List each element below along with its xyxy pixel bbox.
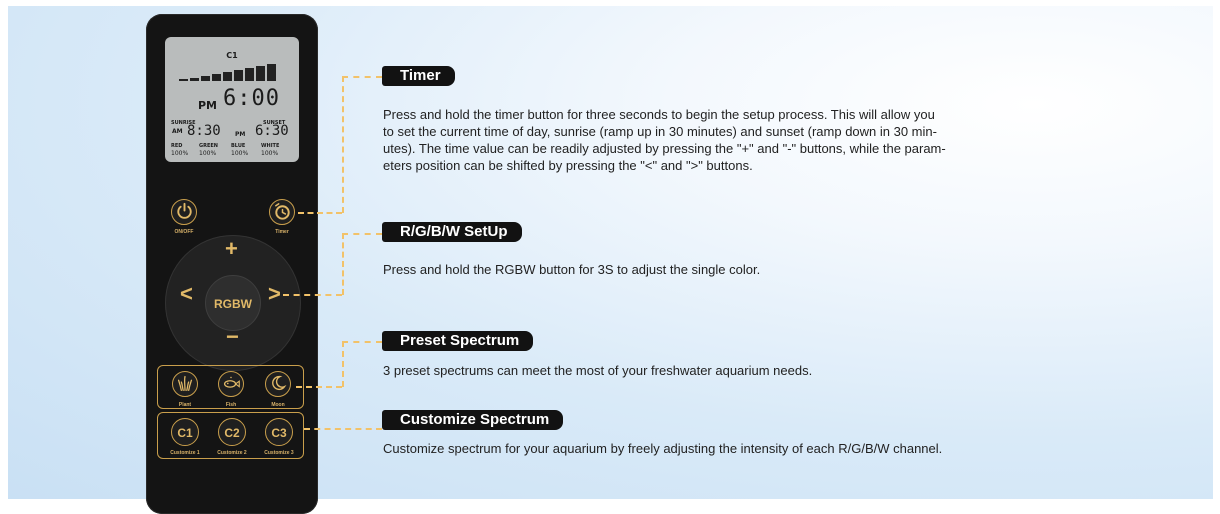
fish-icon [223,376,240,388]
rgbw-button[interactable]: RGBW [205,275,261,331]
plant-button[interactable] [172,371,198,397]
timer-desc-line1: Press and hold the timer button for thre… [383,107,935,122]
timer-desc-line4: eters position can be shifted by pressin… [383,158,753,173]
plant-label: Plant [178,402,192,408]
right-button[interactable]: > [268,281,281,307]
lcd-ampm: PM [198,99,218,112]
connector-timer-h1 [298,212,342,214]
channel-blue-label: BLUE [231,143,246,149]
timer-label: Timer [275,229,289,235]
channel-red-label: RED [171,143,183,149]
left-button[interactable]: < [180,281,193,307]
timer-button[interactable] [269,199,295,225]
moon-button[interactable] [265,371,291,397]
channel-green-value: 100% [199,150,217,157]
moon-label: Moon [271,402,285,408]
moon-icon [272,375,287,391]
sunset-ampm: PM [235,131,246,138]
fish-button[interactable] [218,371,244,397]
channel-red-value: 100% [171,150,189,157]
preset-desc: 3 preset spectrums can meet the most of … [383,363,813,378]
timer-title: Timer [382,66,455,86]
plant-icon [177,375,193,391]
channel-white-value: 100% [261,150,279,157]
connector-preset-h2 [342,341,382,343]
connector-rgbw-v [342,233,344,295]
channel-green-label: GREEN [199,143,218,149]
plus-button[interactable]: + [225,236,238,262]
custom2-label: Customize 2 [217,450,247,456]
custom3-button[interactable]: C3 [265,418,293,446]
connector-preset-v [342,341,344,387]
timer-icon [274,203,290,220]
custom2-button[interactable]: C2 [218,418,246,446]
connector-rgbw-h2 [342,233,382,235]
signal-bars [179,63,285,81]
power-label: ON/OFF [174,229,194,235]
preset-title: Preset Spectrum [381,331,534,351]
custom3-label: Customize 3 [264,450,294,456]
channel-blue-value: 100% [231,150,249,157]
power-icon [176,202,192,219]
sunrise-ampm: AM [172,128,183,135]
rgbw-desc: Press and hold the RGBW button for 3S to… [383,262,761,277]
customize-title: Customize Spectrum [381,410,564,430]
connector-timer-h2 [342,76,382,78]
connector-rgbw-h1 [283,294,342,296]
lcd-time: 6:00 [223,86,280,111]
sunrise-time: 8:30 [187,123,221,139]
timer-desc-line2: to set the current time of day, sunrise … [383,124,937,139]
rgbw-title: R/G/B/W SetUp [382,222,522,242]
fish-label: Fish [225,402,237,408]
custom1-button[interactable]: C1 [171,418,199,446]
connector-timer-v [342,76,344,213]
channel-white-label: WHITE [261,143,280,149]
lcd-mode: C1 [226,51,238,60]
sunset-time: 6:30 [255,123,289,139]
timer-desc-line3: utes). The time value can be readily adj… [383,141,946,156]
connector-customize [304,428,382,430]
customize-desc: Customize spectrum for your aquarium by … [383,441,943,456]
custom1-label: Customize 1 [170,450,200,456]
power-button[interactable] [171,199,197,225]
lcd-display: C1 PM 6:00 SUNRISE AM 8:30 SUNSET PM 6:3… [165,37,299,162]
connector-preset-h1 [296,386,342,388]
